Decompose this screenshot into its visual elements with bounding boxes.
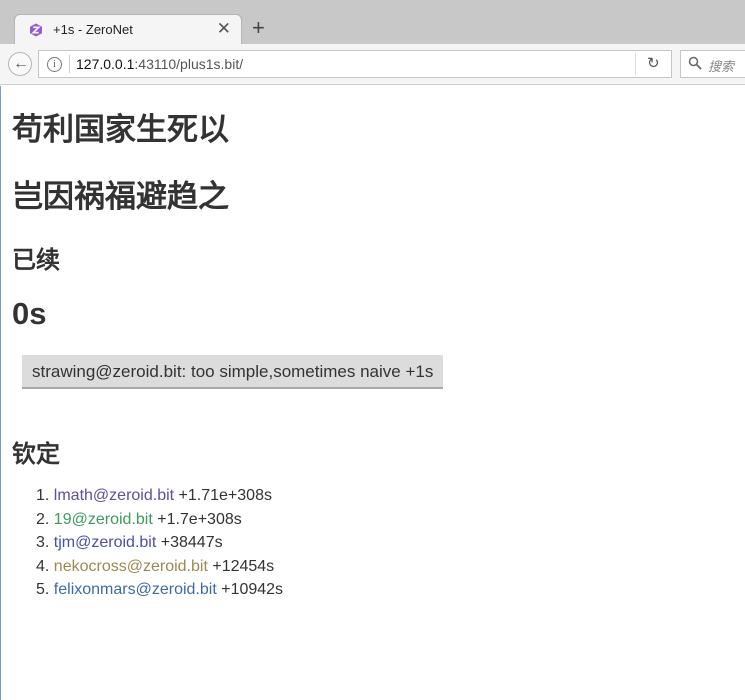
search-box[interactable]: 搜索 <box>680 50 745 78</box>
back-arrow-icon: ← <box>13 55 29 72</box>
ranking-list: 1. lmath@zeroid.bit +1.71e+308s 2. 19@zer… <box>36 484 283 602</box>
new-tab-button[interactable]: + <box>252 16 265 40</box>
ranking-item: 2. 19@zeroid.bit +1.7e+308s <box>36 508 283 532</box>
ranking-number: 4. <box>36 557 50 575</box>
tab-active[interactable]: +1s - ZeroNet ✕ <box>14 14 242 44</box>
tab-title: +1s - ZeroNet <box>53 22 133 37</box>
back-button[interactable]: ← <box>8 52 32 76</box>
ranking-user-link[interactable]: lmath@zeroid.bit <box>54 487 174 504</box>
ranking-user-link[interactable]: 19@zeroid.bit <box>54 511 153 528</box>
url-text[interactable]: 127.0.0.1:43110/plus1s.bit/ <box>76 56 243 72</box>
heading-line-1: 苟利国家生死以 <box>12 112 229 147</box>
ranking-number: 1. <box>36 487 50 504</box>
search-placeholder: 搜索 <box>708 59 735 74</box>
ranking-user-link[interactable]: felixonmars@zeroid.bit <box>54 581 217 598</box>
ranking-score: +1.71e+308s <box>178 487 272 504</box>
ranking-title: 钦定 <box>12 441 60 468</box>
ranking-score: +38447s <box>160 534 223 551</box>
ranking-item: 3. tjm@zeroid.bit +38447s <box>36 531 283 555</box>
url-path: :43110/plus1s.bit/ <box>134 56 244 72</box>
ranking-user-link[interactable]: tjm@zeroid.bit <box>54 534 157 551</box>
url-host: 127.0.0.1 <box>76 56 135 72</box>
reload-icon[interactable]: ↻ <box>647 54 660 72</box>
ranking-user-link[interactable]: nekocross@zeroid.bit <box>54 558 208 575</box>
ranking-number: 2. <box>36 510 50 528</box>
ranking-score: +1.7e+308s <box>157 510 242 528</box>
reload-separator <box>635 53 636 75</box>
address-bar[interactable]: i 127.0.0.1:43110/plus1s.bit/ ↻ <box>38 50 672 78</box>
counter-value: 0s <box>12 296 47 331</box>
window-edge <box>0 86 1 700</box>
ranking-number: 5. <box>36 581 50 598</box>
info-icon[interactable]: i <box>47 57 62 72</box>
ranking-item: 1. lmath@zeroid.bit +1.71e+308s <box>36 484 283 508</box>
tab-strip: +1s - ZeroNet ✕ + <box>0 0 745 44</box>
heading-line-2: 岂因祸福避趋之 <box>12 179 229 214</box>
navigation-bar: ← i 127.0.0.1:43110/plus1s.bit/ ↻ 搜索 <box>0 44 745 85</box>
ranking-score: +12454s <box>212 557 275 575</box>
ranking-score: +10942s <box>221 581 284 598</box>
plus-one-second-button[interactable]: strawing@zeroid.bit: too simple,sometime… <box>22 355 444 389</box>
continued-label: 已续 <box>12 247 60 274</box>
ranking-item: 4. nekocross@zeroid.bit +12454s <box>36 555 283 579</box>
close-icon[interactable]: ✕ <box>217 19 231 39</box>
url-separator <box>69 55 70 73</box>
search-icon <box>688 56 702 70</box>
ranking-item: 5. felixonmars@zeroid.bit +10942s <box>36 578 283 602</box>
ranking-number: 3. <box>36 534 50 551</box>
zeronet-logo-icon <box>30 23 42 37</box>
